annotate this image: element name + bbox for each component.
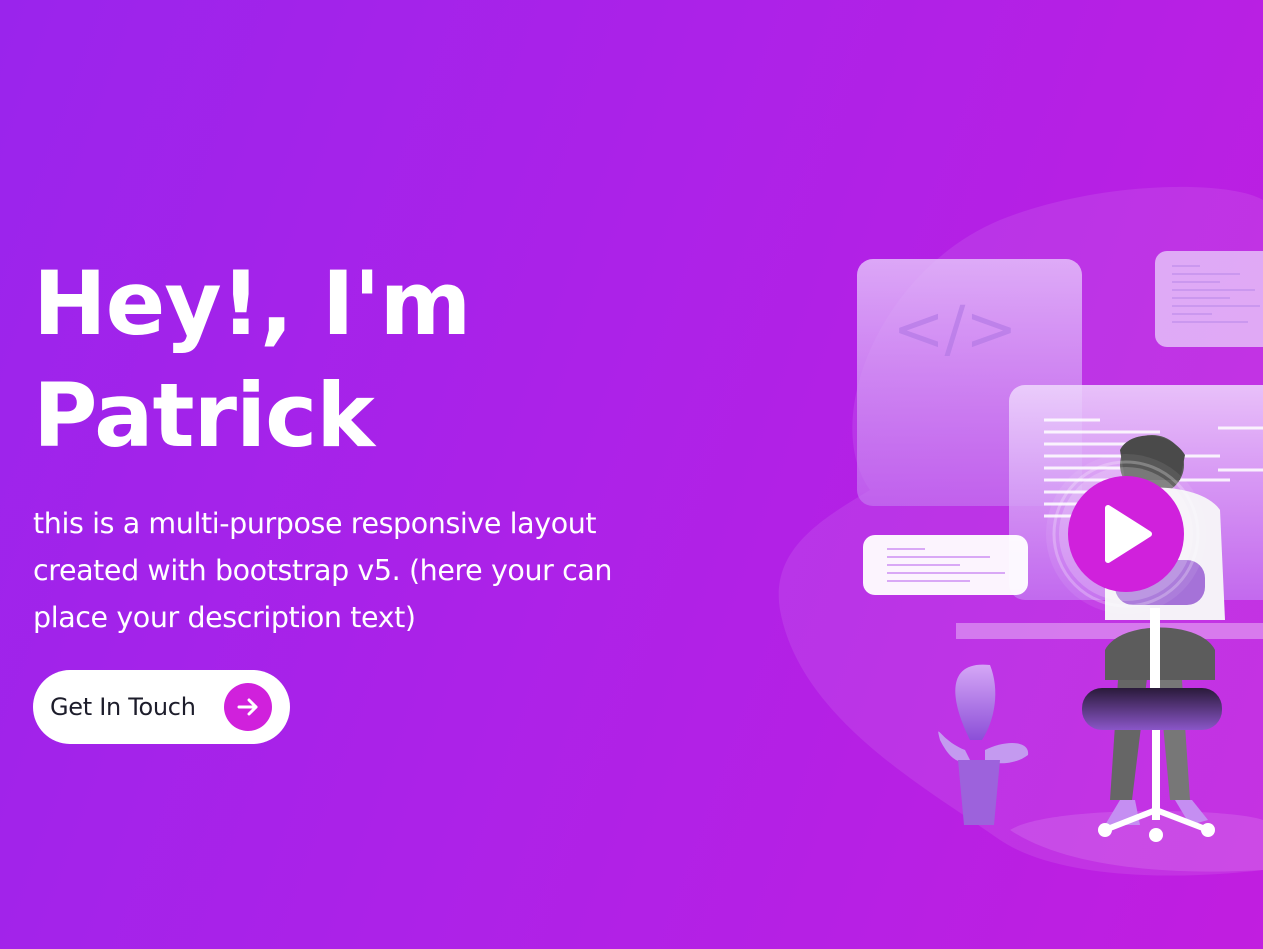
- play-button[interactable]: [1046, 454, 1206, 614]
- hero-section: Hey!, I'm Patrick this is a multi-purpos…: [33, 248, 733, 641]
- code-tag-icon: </>: [893, 292, 1018, 365]
- hero-title: Hey!, I'm Patrick: [33, 248, 733, 472]
- hero-title-line-2: Patrick: [33, 364, 375, 467]
- arrow-right-icon: [224, 683, 272, 731]
- desk: [956, 623, 1263, 639]
- get-in-touch-button[interactable]: Get In Touch: [33, 670, 290, 744]
- get-in-touch-label: Get In Touch: [50, 693, 196, 721]
- developer-illustration: </>: [778, 186, 1263, 876]
- hero-description: this is a multi-purpose responsive layou…: [33, 507, 613, 634]
- hero-title-line-1: Hey!, I'm: [33, 252, 471, 355]
